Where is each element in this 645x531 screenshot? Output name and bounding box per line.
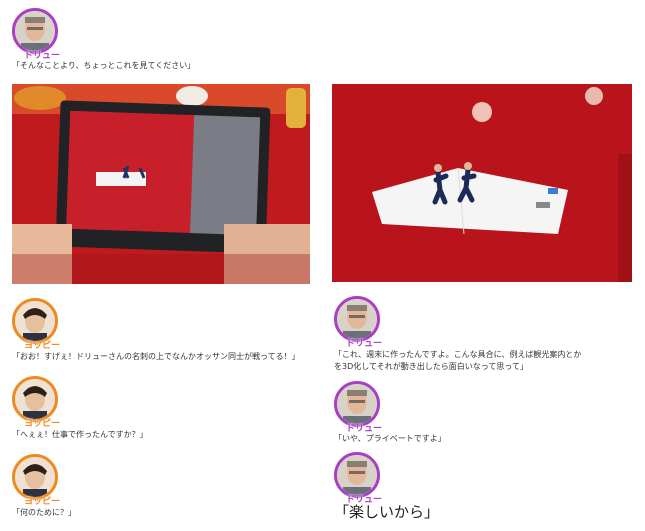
speaker-block-drew-4: ドリュー: [334, 452, 382, 505]
speaker-name: ヨッピー: [24, 497, 61, 507]
dialogue-line: 「これ、週末に作ったんですよ。こんな具合に、例えば観光案内とか: [334, 350, 582, 359]
speaker-block-yoppy-2: ヨッピー: [12, 376, 60, 429]
dialogue-line: を3D化してそれが動き出したら面白いなって思って」: [334, 362, 528, 371]
face-portrait-icon: [15, 457, 55, 497]
dialogue-line: 「そんなことより、ちょっとこれを見てください」: [12, 61, 196, 70]
speaker-block-yoppy-3: ヨッピー: [12, 454, 60, 507]
dialogue-line: 「おお！すげぇ！ドリューさんの名刺の上でなんかオッサン同士が戦ってる！」: [12, 352, 300, 361]
dialogue-line-emphasis: 「楽しいから」: [334, 503, 440, 521]
face-portrait-icon: [15, 11, 55, 51]
speaker-block-drew-1: ドリュー: [12, 8, 60, 61]
dialogue-line: 「へぇぇ！仕事で作ったんですか？」: [12, 430, 148, 439]
photo-business-card-figures: [332, 84, 632, 282]
dialogue-line: 「何のために？」: [12, 508, 76, 517]
dialogue-line: 「いや、プライベートですよ」: [334, 434, 446, 443]
speaker-name: ヨッピー: [24, 419, 61, 429]
face-portrait-icon: [337, 299, 377, 339]
face-portrait-icon: [15, 301, 55, 341]
speaker-name: ヨッピー: [24, 341, 61, 351]
face-portrait-icon: [337, 384, 377, 424]
speaker-name: ドリュー: [346, 339, 383, 349]
speaker-block-drew-3: ドリュー: [334, 381, 382, 434]
face-portrait-icon: [15, 379, 55, 419]
speaker-block-yoppy-1: ヨッピー: [12, 298, 60, 351]
photo-tablet-ar-demo: [12, 84, 310, 284]
speaker-block-drew-2: ドリュー: [334, 296, 382, 349]
face-portrait-icon: [337, 455, 377, 495]
